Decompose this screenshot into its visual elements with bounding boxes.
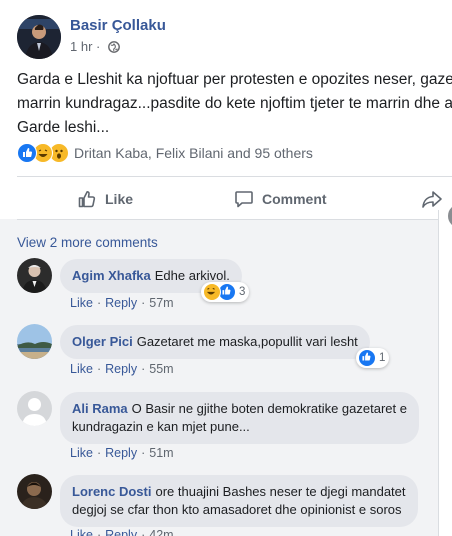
share-button[interactable] [421,186,451,212]
comment-reactions[interactable]: 3 [201,282,250,302]
comment-button-label: Comment [262,191,327,207]
commenter-name[interactable]: Olger Pici [72,334,133,349]
separator: · [96,362,102,376]
separator: · [96,446,102,460]
comment-bubble: Ali Rama O Basir ne gjithe boten demokrat… [60,392,419,444]
commenter-name[interactable]: Lorenc Dosti [72,484,151,499]
comment-text: Edhe arkivol. [154,268,230,283]
comment-like-link[interactable]: Like [70,296,93,310]
like-icon [358,349,376,367]
comment-text-line: degjoj se cfar thon kto amasadoret dhe o… [72,502,402,517]
separator: · [141,362,146,376]
like-button[interactable]: Like [77,186,133,212]
reactions-summary[interactable]: Dritan Kaba, Felix Bilani and 95 others [17,143,313,163]
commenter-avatar[interactable] [17,474,52,509]
comment-button[interactable]: Comment [234,186,327,212]
post-text-line: marrin kundragaz...pasdite do kete njoft… [17,95,452,112]
like-icon [17,143,37,163]
post-meta: 1 hr · [70,39,120,56]
like-button-label: Like [105,191,134,207]
separator: · [141,446,146,460]
reaction-count: 1 [379,352,386,364]
separator: · [141,296,146,310]
haha-icon [203,283,221,301]
post-time[interactable]: 1 hr [70,39,92,54]
commenter-avatar[interactable] [17,324,52,359]
comment-bubble: Olger Pici Gazetaret me maska,popullit va… [60,325,370,359]
side-chat-panel[interactable] [438,210,452,536]
comment-actions: Like · Reply · 57m [70,296,174,310]
globe-icon [108,41,120,56]
comment-actions: Like · Reply · 51m [70,446,174,460]
reactions-text[interactable]: Dritan Kaba, Felix Bilani and 95 others [74,145,313,161]
comment-icon [235,191,253,208]
comment-text-line: ore thuajini Bashes neser te djegi manda… [155,484,406,499]
post-text-line: Garde leshi... [17,119,110,136]
view-more-comments-link[interactable]: View 2 more comments [17,235,158,250]
comment-reply-link[interactable]: Reply [105,296,137,310]
comment-like-link[interactable]: Like [70,446,93,460]
post-card: Basir Çollaku 1 hr · Garda e Lleshit ka … [0,0,452,536]
separator: · [141,528,146,536]
thumbs-up-icon [78,191,96,208]
comment-reply-link[interactable]: Reply [105,528,137,536]
separator: · [96,296,102,310]
commenter-avatar[interactable] [17,391,52,426]
comment-actions: Like · Reply · 55m [70,362,174,376]
comment-text-line: kundragazin e kan mjet pune... [72,419,250,434]
comment-text-line: O Basir ne gjithe boten demokratike gaze… [131,401,407,416]
post-text: Garda e Lleshit ka njoftuar per proteste… [17,68,452,140]
meta-separator: · [96,39,101,54]
comment-time[interactable]: 55m [149,362,173,376]
comment-reply-link[interactable]: Reply [105,362,137,376]
commenter-name[interactable]: Ali Rama [72,401,128,416]
comment-like-link[interactable]: Like [70,528,93,536]
poster-name[interactable]: Basir Çollaku [70,17,166,34]
comment-bubble: Lorenc Dosti ore thuajini Bashes neser te… [60,475,418,527]
poster-avatar[interactable] [17,15,61,59]
commenter-name[interactable]: Agim Xhafka [72,268,151,283]
comment-like-link[interactable]: Like [70,362,93,376]
comment-text: Gazetaret me maska,popullit vari lesht [136,334,358,349]
reaction-count: 3 [239,286,246,298]
comment-time[interactable]: 51m [149,446,173,460]
comment-actions: Like · Reply · 42m [70,528,174,536]
comment-time[interactable]: 42m [149,528,173,536]
comment-reactions[interactable]: 1 [356,348,390,368]
comment-time[interactable]: 57m [149,296,173,310]
separator: · [96,528,102,536]
post-text-line: Garda e Lleshit ka njoftuar per proteste… [17,71,452,88]
divider [17,176,452,177]
comment-reply-link[interactable]: Reply [105,446,137,460]
commenter-avatar[interactable] [17,258,52,293]
divider [17,219,452,220]
share-icon [422,191,442,208]
